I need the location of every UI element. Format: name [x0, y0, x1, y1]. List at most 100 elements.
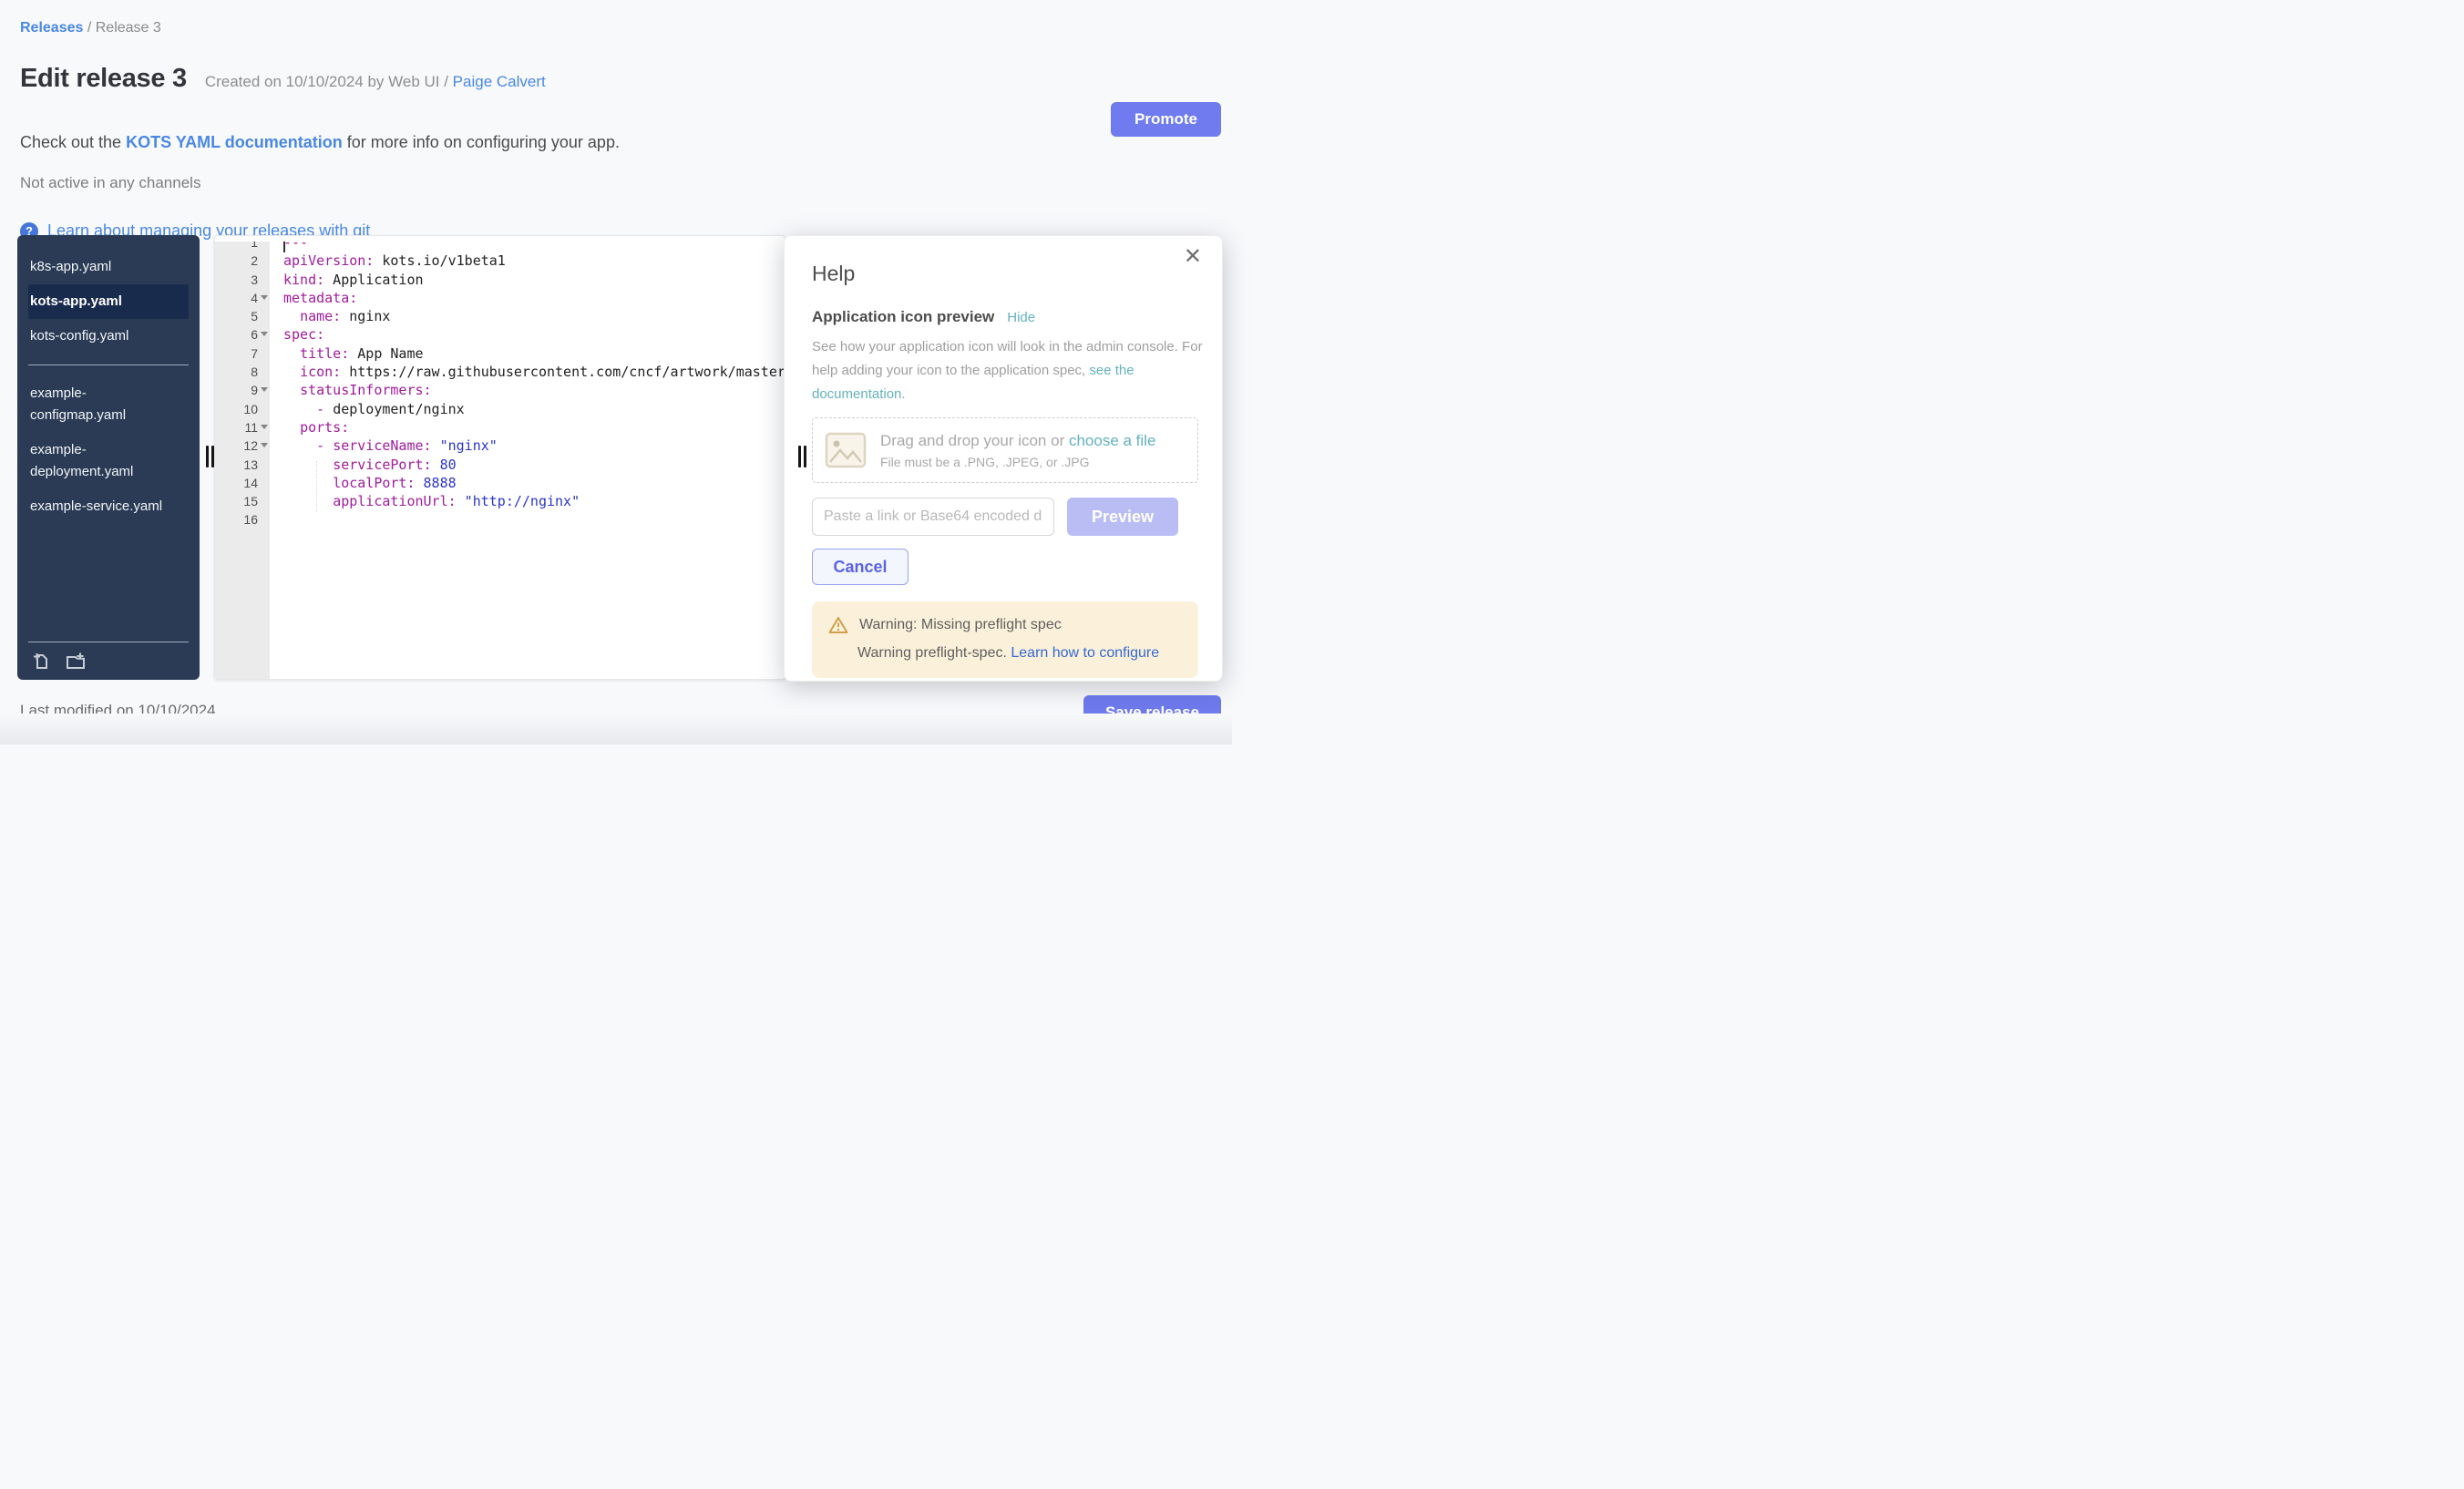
add-file-icon	[30, 651, 50, 671]
sidebar-file-example-configmap.yaml[interactable]: example-configmap.yaml	[28, 376, 189, 433]
breadcrumb-releases-link[interactable]: Releases	[20, 20, 83, 36]
icon-preview-description: See how your application icon will look …	[812, 335, 1204, 406]
warning-triangle-icon	[828, 616, 848, 634]
dropzone-text: Drag and drop your icon or choose a file…	[880, 432, 1155, 469]
warning-text: Warning: Missing preflight spec	[859, 617, 1062, 633]
sidebar-file-kots-config.yaml[interactable]: kots-config.yaml	[28, 319, 189, 354]
help-panel: ✕ Help Application icon preview Hide See…	[784, 235, 1223, 682]
gutter-line-number: 15	[215, 492, 270, 510]
indent-guide	[316, 461, 317, 512]
file-list: k8s-app.yamlkots-app.yamlkots-config.yam…	[17, 235, 200, 524]
icon-preview-section-header: Application icon preview Hide	[812, 308, 1198, 326]
code-line-12: - serviceName: "nginx"	[270, 436, 785, 455]
gutter-line-number: 7	[215, 344, 270, 363]
gutter-line-number: 9	[215, 381, 270, 399]
promote-button[interactable]: Promote	[1111, 102, 1221, 137]
code-line-1: ---	[270, 241, 785, 252]
code-line-9: statusInformers:	[270, 381, 785, 399]
learn-how-to-configure-link[interactable]: Learn how to configure	[1011, 645, 1159, 661]
code-line-2: apiVersion: kots.io/v1beta1	[270, 252, 785, 270]
gutter-line-number: 2	[215, 252, 270, 270]
gutter-line-number: 3	[215, 271, 270, 289]
close-icon[interactable]: ✕	[1178, 245, 1207, 269]
dropzone-main-text: Drag and drop your icon or	[880, 432, 1069, 449]
sidebar-file-example-deployment.yaml[interactable]: example-deployment.yaml	[28, 433, 189, 489]
kots-yaml-docs-link[interactable]: KOTS YAML documentation	[126, 133, 343, 151]
code-line-7: title: App Name	[270, 344, 785, 363]
add-file-button[interactable]	[30, 651, 50, 671]
docs-hint-after: for more info on configuring your app.	[343, 133, 620, 151]
breadcrumb-current: Release 3	[96, 20, 161, 36]
code-line-15: applicationUrl: "http://nginx"	[270, 492, 785, 510]
fold-arrow-icon[interactable]	[261, 443, 268, 447]
dropzone-sub-text: File must be a .PNG, .JPEG, or .JPG	[880, 455, 1155, 469]
gutter-line-number: 14	[215, 474, 270, 492]
preview-button[interactable]: Preview	[1067, 498, 1178, 536]
sidebar-file-example-service.yaml[interactable]: example-service.yaml	[28, 489, 189, 524]
icon-preview-title: Application icon preview	[812, 308, 994, 326]
code-line-8: icon: https://raw.githubusercontent.com/…	[270, 363, 785, 381]
page-title: Edit release 3	[20, 64, 187, 94]
breadcrumb: Releases / Release 3	[20, 20, 161, 36]
gutter-line-number: 5	[215, 307, 270, 325]
channel-status: Not active in any channels	[20, 174, 200, 192]
author-link[interactable]: Paige Calvert	[453, 73, 546, 90]
description-period: .	[901, 386, 905, 402]
code-line-4: metadata:	[270, 289, 785, 307]
gutter-line-number: 10	[215, 400, 270, 418]
help-title: Help	[812, 262, 1198, 286]
add-folder-button[interactable]	[65, 651, 87, 671]
fold-arrow-icon[interactable]	[261, 332, 268, 336]
yaml-editor[interactable]: 12345678910111213141516 ---apiVersion: k…	[214, 235, 785, 680]
preflight-warning-box: Warning: Missing preflight spec Warning …	[812, 601, 1198, 678]
gutter-line-number: 6	[215, 325, 270, 344]
fold-arrow-icon[interactable]	[261, 387, 268, 392]
warning-line-2: Warning preflight-spec. Learn how to con…	[857, 645, 1182, 662]
code-line-14: localPort: 8888	[270, 474, 785, 492]
gutter-line-number: 16	[215, 510, 270, 529]
gutter-line-number: 12	[215, 436, 270, 455]
add-folder-icon	[65, 651, 87, 671]
icon-dropzone[interactable]: Drag and drop your icon or choose a file…	[812, 417, 1198, 483]
code-line-13: servicePort: 80	[270, 456, 785, 474]
icon-url-row: Preview	[812, 498, 1198, 536]
code-line-6: spec:	[270, 325, 785, 344]
created-meta: Created on 10/10/2024 by Web UI / Paige …	[205, 73, 546, 90]
save-release-button[interactable]: Save release	[1083, 695, 1221, 730]
code-line-5: name: nginx	[270, 307, 785, 325]
sidebar-resize-handle[interactable]	[206, 446, 214, 467]
warning-line-2-text: Warning preflight-spec.	[857, 645, 1011, 661]
last-modified-text: Last modified on 10/10/2024	[20, 702, 216, 720]
code-line-3: kind: Application	[270, 271, 785, 289]
code-line-16	[270, 510, 785, 529]
fold-arrow-icon[interactable]	[261, 425, 268, 429]
editor-gutter-cells: 12345678910111213141516	[215, 241, 270, 529]
gutter-line-number: 13	[215, 456, 270, 474]
editor-code-lines: ---apiVersion: kots.io/v1beta1kind: Appl…	[270, 241, 785, 529]
image-placeholder-icon	[824, 431, 868, 469]
text-cursor	[283, 241, 285, 252]
hide-link[interactable]: Hide	[1007, 310, 1035, 325]
code-line-11: ports:	[270, 418, 785, 436]
fold-arrow-icon[interactable]	[261, 295, 268, 300]
gutter-line-number: 4	[215, 289, 270, 307]
gutter-line-number: 1	[215, 241, 270, 252]
editor-viewport: 12345678910111213141516 ---apiVersion: k…	[215, 241, 785, 679]
choose-file-link[interactable]: choose a file	[1069, 432, 1155, 449]
breadcrumb-separator: /	[83, 20, 95, 36]
icon-url-input[interactable]	[812, 498, 1054, 536]
sidebar-file-kots-app.yaml[interactable]: kots-app.yaml	[28, 284, 189, 319]
docs-hint: Check out the KOTS YAML documentation fo…	[20, 133, 620, 152]
sidebar-bottom-bar	[28, 642, 189, 674]
cancel-button[interactable]: Cancel	[812, 549, 909, 585]
description-text: See how your application icon will look …	[812, 339, 1203, 378]
created-meta-text: Created on 10/10/2024 by Web UI /	[205, 73, 453, 90]
sidebar-file-k8s-app.yaml[interactable]: k8s-app.yaml	[28, 250, 189, 284]
docs-hint-before: Check out the	[20, 133, 126, 151]
gutter-line-number: 8	[215, 363, 270, 381]
title-row: Edit release 3 Created on 10/10/2024 by W…	[20, 64, 546, 94]
code-line-10: - deployment/nginx	[270, 400, 785, 418]
file-sidebar: k8s-app.yamlkots-app.yamlkots-config.yam…	[17, 235, 200, 680]
gutter-line-number: 11	[215, 418, 270, 436]
help-resize-handle[interactable]	[798, 446, 806, 467]
